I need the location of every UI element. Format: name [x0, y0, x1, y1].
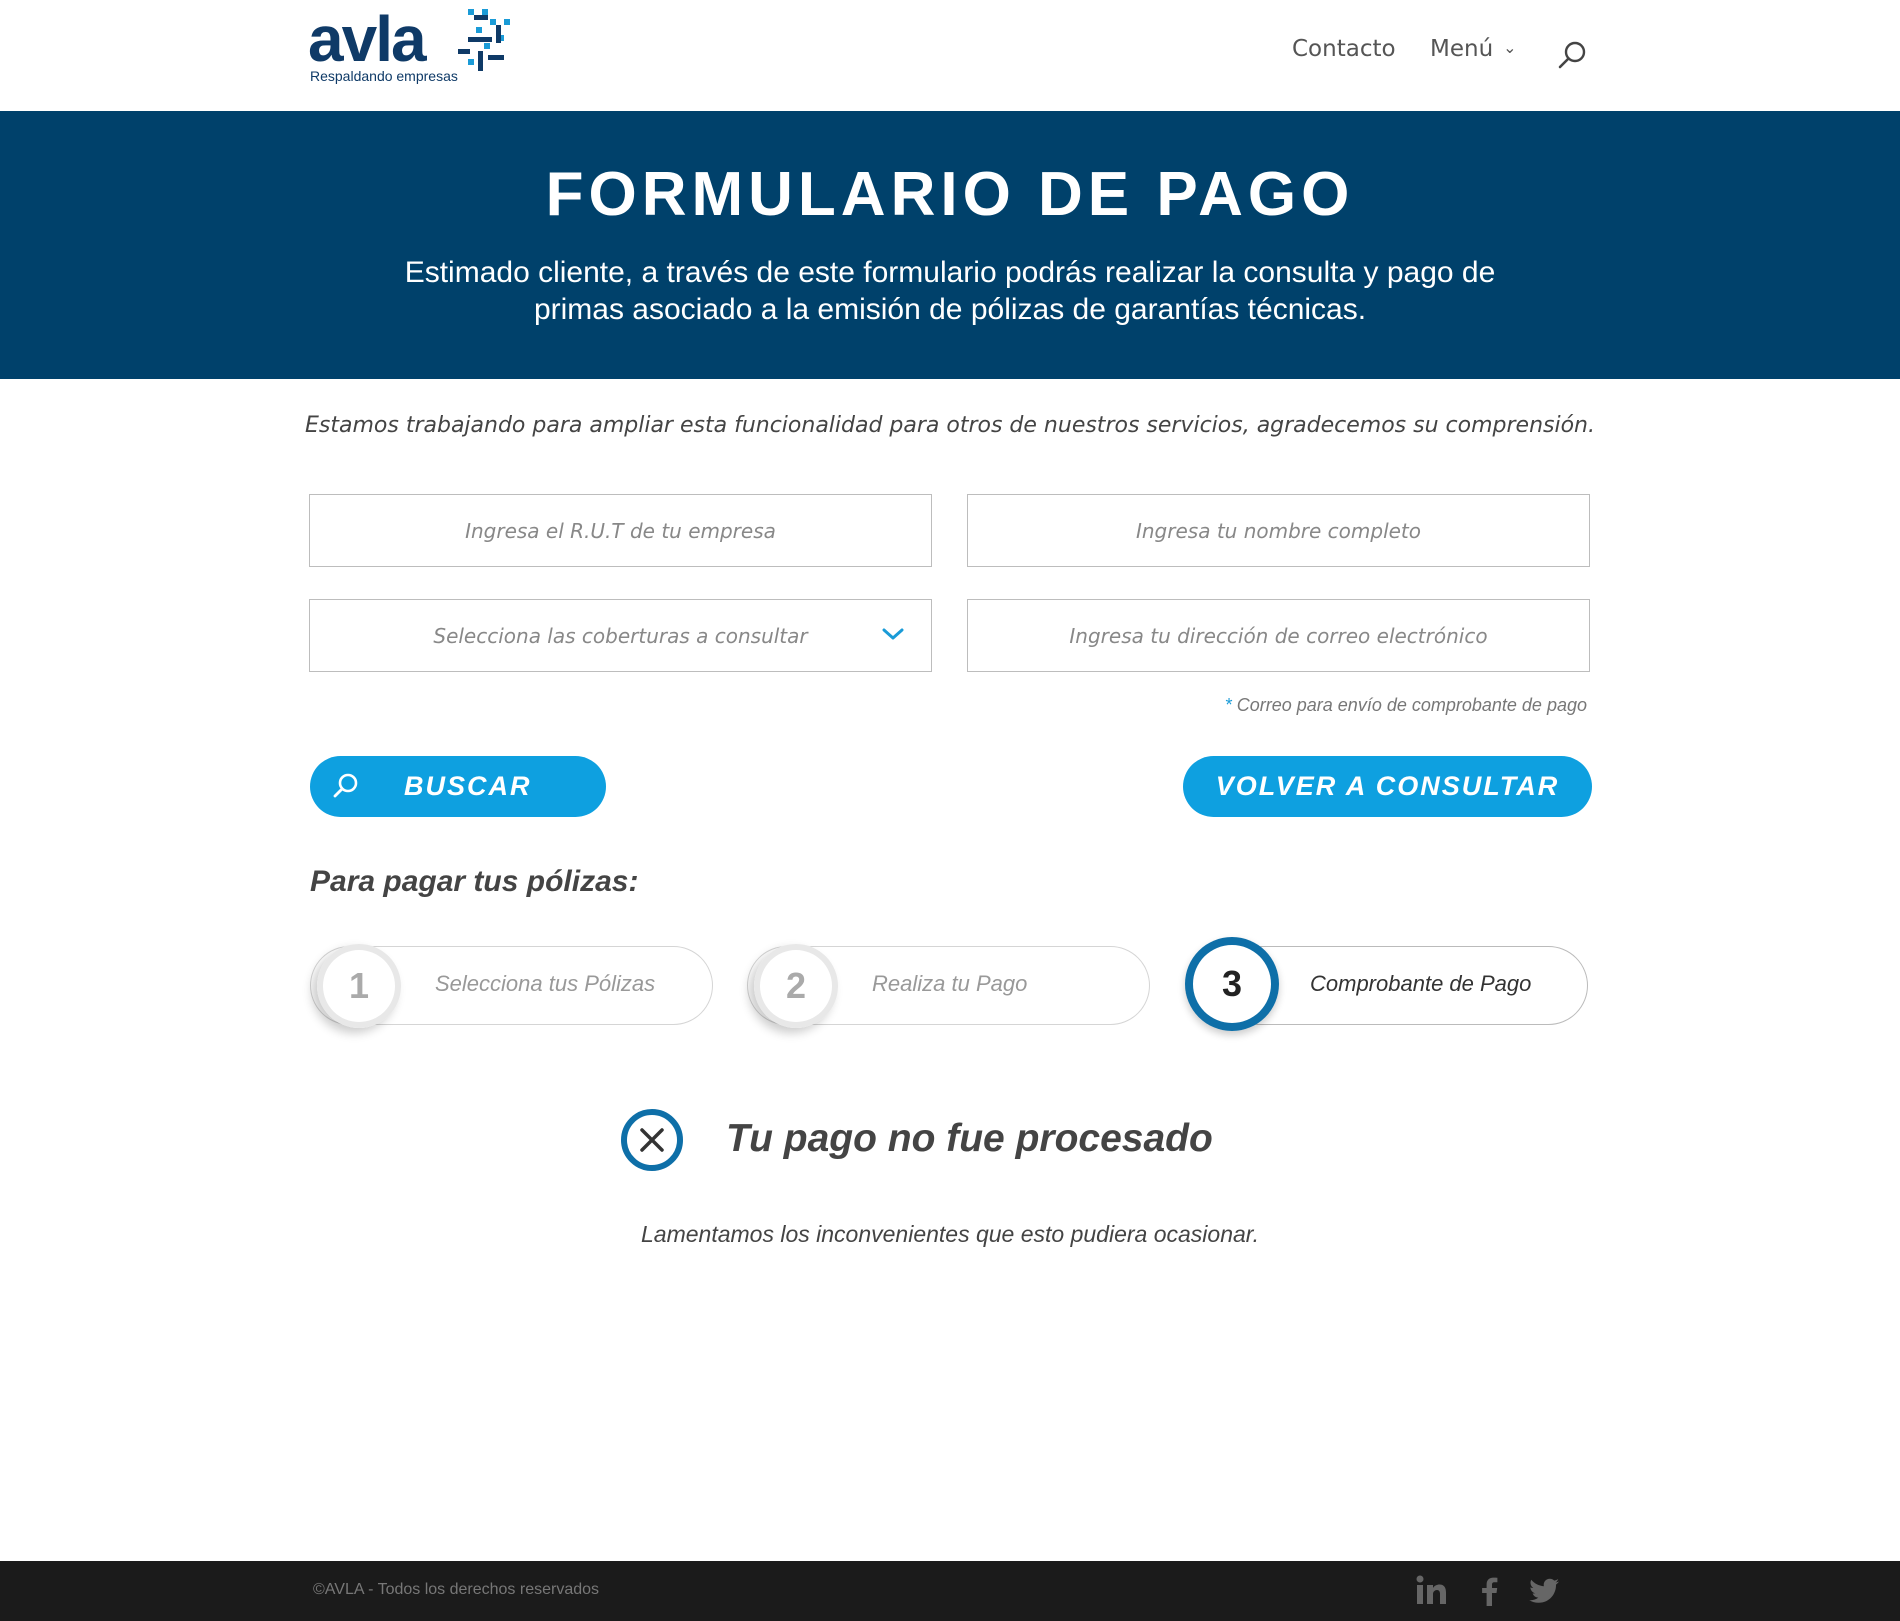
- chevron-down-icon: ⌄: [1503, 38, 1517, 57]
- step-number: 2: [754, 944, 838, 1028]
- step-number: 3: [1185, 937, 1279, 1031]
- facebook-icon[interactable]: [1472, 1573, 1508, 1609]
- coberturas-select[interactable]: Selecciona las coberturas a consultar: [309, 599, 932, 672]
- result-title: Tu pago no fue procesado: [726, 1117, 1213, 1160]
- nombre-input[interactable]: Ingresa tu nombre completo: [967, 494, 1590, 567]
- nav-menu-label: Menú: [1430, 36, 1494, 62]
- volver-label: VOLVER A CONSULTAR: [1215, 771, 1560, 801]
- search-icon[interactable]: [1557, 39, 1589, 71]
- correo-placeholder: Ingresa tu dirección de correo electróni…: [1069, 623, 1488, 648]
- nombre-placeholder: Ingresa tu nombre completo: [1135, 518, 1422, 543]
- coberturas-placeholder: Selecciona las coberturas a consultar: [433, 623, 808, 648]
- buscar-button[interactable]: BUSCAR: [310, 756, 606, 817]
- nav-menu-dropdown[interactable]: Menú ⌄: [1430, 36, 1517, 62]
- avla-logo[interactable]: avla Respaldando empresas: [308, 7, 518, 89]
- twitter-icon[interactable]: [1526, 1573, 1562, 1609]
- hint-text: Correo para envío de comprobante de pago: [1236, 695, 1587, 715]
- error-x-icon: [621, 1109, 683, 1171]
- step-comprobante-pago: 3 Comprobante de Pago: [1185, 937, 1588, 1031]
- buscar-label: BUSCAR: [404, 771, 532, 801]
- copyright-text: ©AVLA - Todos los derechos reservados: [313, 1581, 600, 1598]
- step-label: Selecciona tus Pólizas: [435, 971, 656, 996]
- hint-asterisk: *: [1224, 695, 1232, 715]
- info-notice: Estamos trabajando para ampliar esta fun…: [305, 413, 1595, 438]
- logo-tagline: Respaldando empresas: [310, 68, 458, 84]
- logo-wordmark: avla: [308, 3, 427, 75]
- page-title: FORMULARIO DE PAGO: [545, 160, 1355, 229]
- linkedin-icon[interactable]: [1414, 1573, 1450, 1609]
- chevron-down-icon: [882, 628, 904, 640]
- site-footer: ©AVLA - Todos los derechos reservados: [0, 1561, 1900, 1621]
- logo-pixel-mark-icon: [458, 9, 510, 71]
- rut-placeholder: Ingresa el R.U.T de tu empresa: [465, 518, 776, 543]
- result-message: Lamentamos los inconvenientes que esto p…: [641, 1221, 1259, 1247]
- correo-input[interactable]: Ingresa tu dirección de correo electróni…: [967, 599, 1590, 672]
- step-number: 1: [317, 944, 401, 1028]
- volver-a-consultar-button[interactable]: VOLVER A CONSULTAR: [1183, 756, 1592, 817]
- hero-subtitle: Estimado cliente, a través de este formu…: [404, 256, 1496, 326]
- steps-title: Para pagar tus pólizas:: [310, 865, 639, 898]
- step-label: Comprobante de Pago: [1310, 971, 1532, 996]
- step-selecciona-polizas: 1 Selecciona tus Pólizas: [310, 944, 713, 1028]
- hero-banner: FORMULARIO DE PAGO Estimado cliente, a t…: [0, 111, 1900, 379]
- site-header: avla Respaldando empresas Contacto Menú ⌄: [0, 0, 1900, 111]
- step-label: Realiza tu Pago: [872, 971, 1028, 996]
- search-icon: [333, 773, 358, 798]
- rut-input[interactable]: Ingresa el R.U.T de tu empresa: [309, 494, 932, 567]
- step-realiza-pago: 2 Realiza tu Pago: [747, 944, 1150, 1028]
- correo-hint: * Correo para envío de comprobante de pa…: [1100, 695, 1587, 716]
- nav-contacto-link[interactable]: Contacto: [1292, 36, 1396, 62]
